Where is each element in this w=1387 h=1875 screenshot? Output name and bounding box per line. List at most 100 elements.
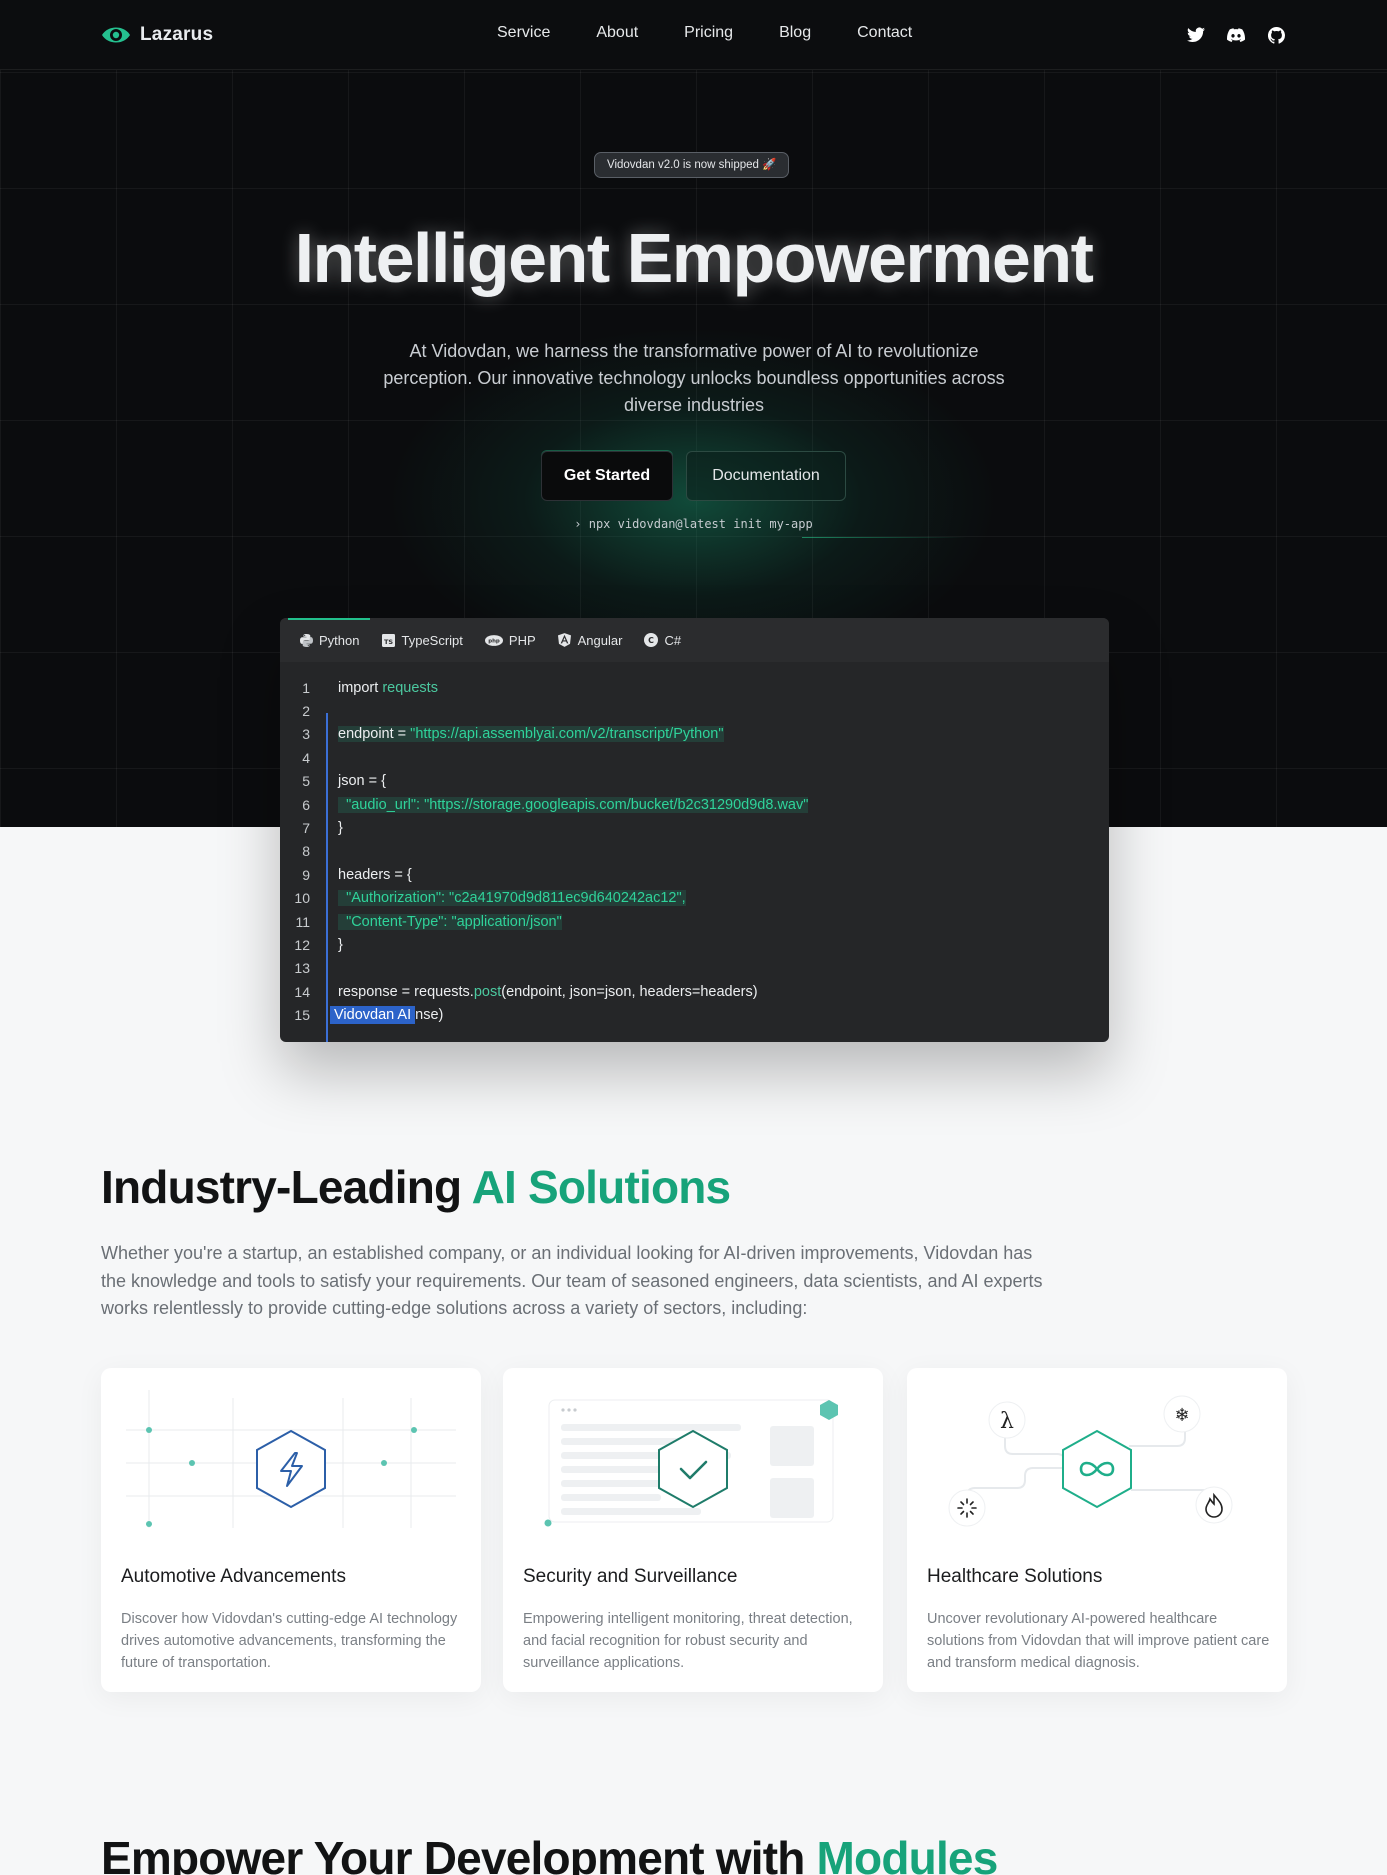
code-text: headers = { <box>338 867 412 883</box>
cli-command[interactable]: › npx vidovdan@latest init my-app <box>0 517 1387 531</box>
tab-label: PHP <box>508 632 536 648</box>
code-line: 12} <box>280 933 1109 956</box>
code-text: } <box>338 820 343 836</box>
code-line: 15 Vidovdan AI nse) <box>280 1003 1109 1026</box>
solutions-title-accent: AI Solutions <box>471 1161 732 1213</box>
nav-link-blog[interactable]: Blog <box>779 24 811 42</box>
release-badge[interactable]: Vidovdan v2.0 is now shipped 🚀 <box>594 152 790 178</box>
csharp-icon: C <box>644 633 659 647</box>
code-line: 5 json = { <box>280 770 1109 793</box>
line-number: 11 <box>295 913 310 930</box>
code-text: response = requests.post(endpoint, json=… <box>338 984 758 1000</box>
snowflake-icon: ❄ <box>1174 1405 1189 1426</box>
line-number: 1 <box>302 679 310 696</box>
code-text: "Authorization": "c2a41970d9d811ec9d6402… <box>338 890 686 907</box>
hero-title: Intelligent Empowerment <box>294 219 1094 297</box>
code-text: Vidovdan AI nse) <box>330 1006 443 1025</box>
line-number: 5 <box>302 773 310 790</box>
solutions-title-main: Industry-Leading <box>101 1161 472 1213</box>
automotive-illustration <box>126 1390 456 1528</box>
code-line: 2 <box>280 699 1109 722</box>
code-text: json = { <box>338 773 386 789</box>
code-token: import <box>338 679 383 696</box>
brand[interactable]: Lazarus <box>100 22 213 48</box>
code-line: 7} <box>280 816 1109 839</box>
tab-typescript[interactable]: TS TypeScript <box>370 618 473 662</box>
modules-title-main: Empower Your Development with <box>101 1832 817 1875</box>
code-text: "audio_url": "https://storage.googleapis… <box>338 796 809 813</box>
discord-icon[interactable] <box>1225 24 1247 46</box>
line-number: 3 <box>302 726 310 743</box>
line-number: 8 <box>302 843 310 860</box>
tab-label: TypeScript <box>401 632 463 648</box>
brand-name: Lazarus <box>140 24 214 45</box>
svg-text:C: C <box>649 636 655 645</box>
change-gutter <box>326 713 328 1042</box>
code-token: response = requests. <box>338 983 474 1000</box>
code-token: (endpoint, json=json, headers=headers) <box>501 983 758 1000</box>
line-number: 14 <box>294 983 310 1000</box>
code-token: headers = { <box>338 866 412 883</box>
nav-link-about[interactable]: About <box>596 24 638 42</box>
code-editor[interactable]: 1 import requests 2 3 endpoint = "https://ap… <box>280 662 1109 1042</box>
line-number: 12 <box>294 936 310 953</box>
tab-php[interactable]: php PHP <box>474 618 547 662</box>
hero-subtitle: At Vidovdan, we harness the transformati… <box>383 341 1005 415</box>
twitter-icon[interactable] <box>1185 24 1207 46</box>
documentation-button[interactable]: Documentation <box>686 451 846 501</box>
code-token: requests <box>382 679 438 696</box>
eye-logo-icon <box>102 27 130 43</box>
code-tabs: Python TS TypeScript php PHP Angular C C… <box>280 618 1109 662</box>
card-title: Security and Surveillance <box>523 1566 738 1587</box>
nav-link-service[interactable]: Service <box>497 24 550 42</box>
tab-label: C# <box>664 632 682 648</box>
nav-link-contact[interactable]: Contact <box>857 24 912 42</box>
code-line: 4 <box>280 746 1109 769</box>
solutions-title: Industry-Leading AI Solutions <box>101 1160 732 1214</box>
nav-link-pricing[interactable]: Pricing <box>684 24 733 42</box>
php-icon: php <box>484 633 503 647</box>
tab-csharp[interactable]: C C# <box>633 618 692 662</box>
security-illustration <box>544 1399 838 1527</box>
code-line: 9 headers = { <box>280 863 1109 886</box>
tab-label: Angular <box>577 632 623 648</box>
line-number: 4 <box>302 749 310 766</box>
code-text: "Content-Type": "application/json" <box>338 913 562 930</box>
code-text: } <box>338 937 343 953</box>
code-line: 11 "Content-Type": "application/json" <box>280 910 1109 933</box>
code-line: 1 import requests <box>280 676 1109 699</box>
svg-text:php: php <box>488 638 500 644</box>
card-description: Discover how Vidovdan's cutting-edge AI … <box>121 1611 458 1671</box>
modules-title-accent: Modules <box>816 1832 999 1875</box>
line-number: 13 <box>294 960 310 977</box>
code-token: json = { <box>338 773 386 790</box>
card-description: Empowering intelligent monitoring, threa… <box>523 1611 853 1671</box>
tab-angular[interactable]: Angular <box>547 618 634 662</box>
card-security[interactable]: Security and Surveillance Empowering int… <box>503 1368 883 1692</box>
python-icon <box>299 633 313 647</box>
code-token: "https://api.assemblyai.com/v2/transcrip… <box>410 726 724 743</box>
card-automotive[interactable]: Automotive Advancements Discover how Vid… <box>101 1368 481 1692</box>
code-line: 8 <box>280 840 1109 863</box>
code-token: post <box>473 983 502 1000</box>
code-line: 14 response = requests.post(endpoint, jso… <box>280 980 1109 1003</box>
social-links <box>1185 24 1287 46</box>
code-token: "audio_url": "https://storage.googleapis… <box>346 796 809 813</box>
text-selection: Vidovdan AI <box>330 1006 416 1025</box>
line-number: 10 <box>294 890 310 907</box>
code-token: "Authorization": "c2a41970d9d811ec9d6402… <box>346 890 686 907</box>
code-line: 6 "audio_url": "https://storage.googleap… <box>280 793 1109 816</box>
nav-links: Service About Pricing Blog Contact <box>497 24 958 42</box>
code-line: 13 <box>280 957 1109 980</box>
svg-text:λ: λ <box>1000 1409 1014 1434</box>
card-title: Healthcare Solutions <box>927 1566 1103 1587</box>
get-started-button[interactable]: Get Started <box>541 451 673 501</box>
card-healthcare[interactable]: λ ❄ Healthcare Solutions Uncover revolut… <box>907 1368 1287 1692</box>
github-icon[interactable] <box>1265 24 1287 46</box>
tab-python[interactable]: Python <box>288 618 371 662</box>
code-token: endpoint = <box>338 726 411 743</box>
svg-text:TS: TS <box>384 638 393 646</box>
